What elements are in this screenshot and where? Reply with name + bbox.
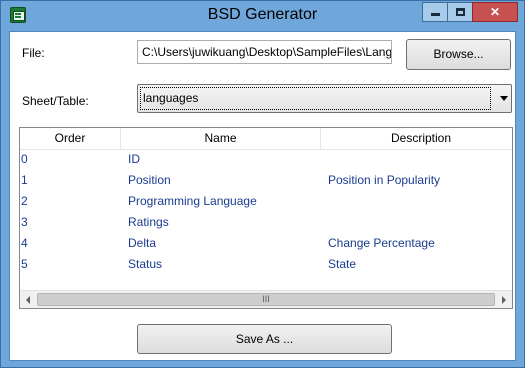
list-row[interactable]: 1 Position Position in Popularity	[20, 171, 512, 192]
maximize-button[interactable]	[447, 2, 473, 22]
column-header-order[interactable]: Order	[20, 128, 121, 150]
cell-order: 2	[21, 194, 28, 208]
list-header: Order Name Description	[20, 128, 512, 150]
cell-name: Ratings	[128, 215, 169, 229]
sheet-table-selected: languages	[140, 87, 491, 110]
cell-name: Programming Language	[128, 194, 257, 208]
column-header-description[interactable]: Description	[321, 128, 512, 150]
sheet-table-dropdown[interactable]: languages	[137, 84, 512, 113]
chevron-down-icon[interactable]	[500, 96, 508, 101]
sheet-table-label: Sheet/Table:	[22, 94, 89, 108]
cell-order: 3	[21, 215, 28, 229]
save-as-button[interactable]: Save As ...	[137, 324, 392, 354]
cell-description: State	[328, 257, 357, 271]
arrow-left-icon[interactable]	[26, 296, 30, 304]
cell-name: Status	[128, 257, 163, 271]
file-path-field[interactable]: C:\Users\juwikuang\Desktop\SampleFiles\L…	[137, 40, 392, 64]
cell-description: Change Percentage	[328, 236, 435, 250]
list-row[interactable]: 2 Programming Language	[20, 192, 512, 213]
close-button[interactable]: ✕	[472, 2, 518, 22]
list-row[interactable]: 0 ID	[20, 150, 512, 171]
cell-order: 4	[21, 236, 28, 250]
cell-order: 5	[21, 257, 28, 271]
close-icon: ✕	[489, 5, 501, 19]
cell-order: 1	[21, 173, 28, 187]
column-header-name[interactable]: Name	[121, 128, 321, 150]
cell-name: Position	[128, 173, 171, 187]
list-row[interactable]: 5 Status State	[20, 255, 512, 276]
browse-button[interactable]: Browse...	[406, 39, 511, 70]
cell-description: Position in Popularity	[328, 173, 441, 187]
cell-name: ID	[128, 152, 140, 166]
minimize-button[interactable]	[422, 2, 448, 22]
horizontal-scrollbar[interactable]: III	[20, 290, 512, 308]
app-window: BSD Generator ✕ File: C:\Users\juwikuang…	[0, 0, 525, 368]
file-label: File:	[22, 46, 45, 60]
column-list[interactable]: Order Name Description 0 ID 1 Position P…	[19, 127, 513, 309]
list-row[interactable]: 4 Delta Change Percentage	[20, 234, 512, 255]
title-bar[interactable]: BSD Generator ✕	[1, 1, 524, 31]
scrollbar-thumb[interactable]: III	[37, 293, 495, 306]
maximize-icon	[455, 8, 465, 16]
dialog-body: File: C:\Users\juwikuang\Desktop\SampleF…	[9, 31, 516, 361]
cell-name: Delta	[128, 236, 157, 250]
minimize-icon	[430, 13, 440, 16]
list-row[interactable]: 3 Ratings	[20, 213, 512, 234]
cell-order: 0	[21, 152, 28, 166]
arrow-right-icon[interactable]	[502, 296, 506, 304]
